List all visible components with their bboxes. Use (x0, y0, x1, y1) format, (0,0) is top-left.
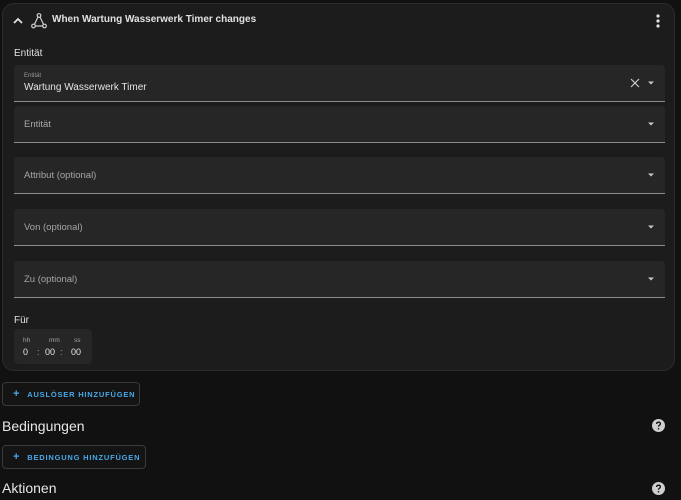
add-trigger-label: AUSLÖSER HINZUFÜGEN (27, 389, 136, 399)
dropdown-arrow-icon (648, 81, 654, 85)
dropdown-arrow-icon (648, 277, 654, 281)
trigger-title: When Wartung Wasserwerk Timer changes (52, 14, 257, 25)
plus-icon: + (13, 451, 21, 463)
entity-field-value: Wartung Wasserwerk Timer (24, 82, 147, 93)
from-placeholder: Von (optional) (24, 222, 83, 233)
hours-input[interactable]: 0 (23, 347, 28, 357)
hours-label: hh (23, 337, 31, 344)
entity-select[interactable]: Entität Wartung Wasserwerk Timer (14, 65, 665, 102)
attribute-placeholder: Attribut (optional) (24, 170, 97, 181)
seconds-input[interactable]: 00 (71, 347, 81, 357)
clear-icon[interactable] (630, 78, 640, 88)
add-trigger-button[interactable]: + AUSLÖSER HINZUFÜGEN (2, 382, 140, 406)
actions-heading: Aktionen (2, 480, 57, 496)
chevron-up-icon[interactable] (11, 14, 25, 28)
duration-label: Für (14, 315, 29, 326)
help-icon[interactable] (652, 419, 665, 432)
minutes-input[interactable]: 00 (45, 347, 55, 357)
entity-field-label: Entität (24, 73, 42, 79)
minutes-label: mm (49, 337, 60, 344)
plus-icon: + (13, 388, 21, 400)
conditions-heading: Bedingungen (2, 418, 85, 434)
seconds-label: ss (74, 337, 81, 344)
duration-input: hh mm ss 0 : 00 : 00 (14, 329, 92, 364)
dropdown-arrow-icon (648, 122, 654, 126)
state-trigger-icon (31, 13, 47, 29)
time-separator: : (37, 347, 40, 357)
help-icon[interactable] (652, 482, 665, 495)
entity-section-label: Entität (14, 48, 43, 59)
trigger-card-header[interactable]: When Wartung Wasserwerk Timer changes (3, 4, 674, 38)
add-condition-label: BEDINGUNG HINZUFÜGEN (27, 452, 141, 462)
more-vert-icon[interactable] (650, 11, 666, 31)
to-placeholder: Zu (optional) (24, 274, 78, 285)
add-condition-button[interactable]: + BEDINGUNG HINZUFÜGEN (2, 445, 146, 469)
to-state-select[interactable]: Zu (optional) (14, 261, 665, 298)
from-state-select[interactable]: Von (optional) (14, 209, 665, 246)
time-separator: : (60, 347, 63, 357)
entity2-placeholder: Entität (24, 119, 51, 130)
entity-select-2[interactable]: Entität (14, 106, 665, 143)
trigger-card: When Wartung Wasserwerk Timer changes En… (2, 3, 675, 371)
dropdown-arrow-icon (648, 173, 654, 177)
dropdown-arrow-icon (648, 225, 654, 229)
attribute-select[interactable]: Attribut (optional) (14, 157, 665, 194)
